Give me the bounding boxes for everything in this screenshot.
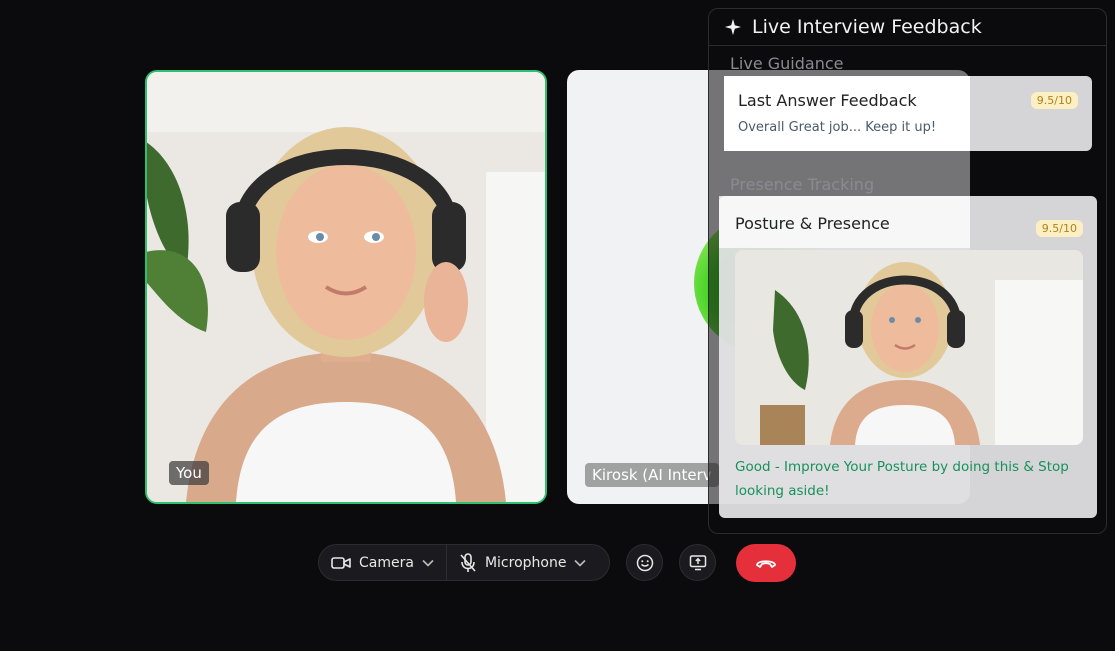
ai-name-label: Kirosk (AI Interv <box>585 463 719 487</box>
media-controls-group: Camera Microphone <box>318 544 610 581</box>
last-answer-subtitle: Overall Great job... Keep it up! <box>738 120 937 135</box>
camera-label: Camera <box>359 554 414 571</box>
mic-off-icon <box>460 552 476 572</box>
self-video-feed <box>147 72 545 502</box>
smiley-icon <box>636 554 653 571</box>
end-call-button[interactable] <box>736 544 796 582</box>
microphone-label: Microphone <box>484 554 567 571</box>
camera-button[interactable]: Camera <box>319 545 446 580</box>
screen-share-icon <box>689 554 706 570</box>
answer-score-badge: 9.5/10 <box>1030 92 1078 109</box>
posture-card[interactable]: Posture & Presence 9.5/10 Good - Improve… <box>719 196 1097 518</box>
microphone-button[interactable]: Microphone <box>447 545 599 580</box>
feedback-panel-title: Live Interview Feedback <box>752 16 982 38</box>
posture-message: Good - Improve Your Posture by doing thi… <box>735 459 1069 499</box>
last-answer-card-front <box>724 76 970 151</box>
self-video-tile[interactable]: You <box>145 70 547 504</box>
last-answer-card[interactable]: Last Answer Feedback Overall Great job..… <box>724 76 1092 151</box>
hang-up-icon <box>756 560 776 568</box>
posture-snapshot-figure <box>735 250 1083 445</box>
chevron-down-icon <box>422 559 434 567</box>
camera-icon <box>331 556 351 569</box>
presence-tracking-label: Presence Tracking <box>730 175 875 194</box>
last-answer-title: Last Answer Feedback <box>738 91 917 110</box>
feedback-panel-header: Live Interview Feedback <box>709 9 1106 46</box>
sparkle-icon <box>724 18 742 36</box>
posture-score-badge: 9.5/10 <box>1035 220 1083 237</box>
self-name-label: You <box>169 461 209 485</box>
posture-title: Posture & Presence <box>735 214 890 233</box>
reactions-button[interactable] <box>626 544 663 581</box>
posture-snapshot-image <box>735 250 1083 445</box>
live-guidance-label: Live Guidance <box>730 54 844 73</box>
chevron-down-icon <box>574 559 587 567</box>
share-screen-button[interactable] <box>679 544 716 581</box>
feedback-panel: Live Interview Feedback Live Guidance La… <box>708 8 1107 534</box>
